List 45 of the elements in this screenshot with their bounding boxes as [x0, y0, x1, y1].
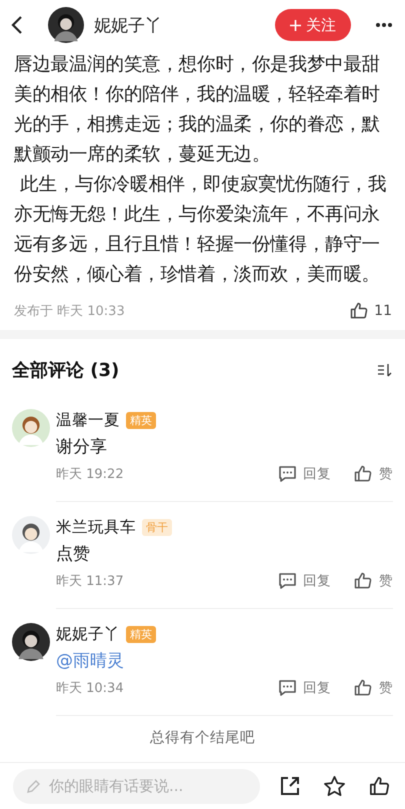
comment-text: 谢分享 [56, 436, 108, 459]
reply-label[interactable]: 回复 [303, 679, 331, 697]
avatar-icon[interactable] [12, 623, 50, 661]
avatar-icon[interactable] [48, 7, 84, 43]
star-icon[interactable] [323, 774, 346, 796]
reply-label[interactable]: 回复 [303, 465, 331, 483]
avatar-icon[interactable] [12, 516, 50, 554]
author-name: 妮妮子丫 [94, 14, 163, 36]
user-name[interactable]: 妮妮子丫 [56, 624, 120, 644]
publish-time: 发布于 昨天 10:33 [14, 303, 126, 320]
pencil-icon [25, 778, 41, 794]
like-icon[interactable] [353, 571, 373, 591]
like-label[interactable]: 赞 [379, 465, 393, 483]
mention-link[interactable]: @雨晴灵 [56, 648, 393, 674]
comment-icon[interactable] [278, 465, 297, 483]
user-name[interactable]: 温馨一夏 [56, 410, 120, 430]
back-icon[interactable] [10, 15, 24, 35]
like-label[interactable]: 赞 [379, 572, 393, 590]
comment-text: 点赞 [56, 543, 91, 566]
rank-badge: 精英 [126, 412, 156, 428]
rank-badge: 骨干 [142, 518, 172, 536]
share-icon[interactable] [279, 774, 301, 796]
like-icon[interactable] [353, 464, 373, 484]
comment-time: 昨天 19:22 [56, 466, 125, 483]
article-paragraph: 唇边最温润的笑意，想你时，你是我梦中最甜美的相依！你的陪伴，我的温暖，轻轻牵着时光的手，相携走远；我的温柔，你的眷恋，默默颤动一席的柔软，蔓延无边。 [14, 53, 381, 167]
like-icon[interactable] [353, 678, 373, 698]
comment-icon[interactable] [278, 679, 297, 697]
reply-label[interactable]: 回复 [303, 572, 331, 590]
plus-icon [290, 20, 301, 30]
end-note: 总得有个结尾吧 [149, 729, 256, 748]
rank-badge: 精英 [126, 626, 156, 642]
more-icon[interactable] [375, 22, 393, 28]
like-icon[interactable] [368, 774, 391, 798]
comment-time: 昨天 10:34 [56, 680, 125, 697]
user-name[interactable]: 米兰玩具车 [56, 516, 136, 538]
article-paragraph: 此生，与你冷暖相伴，即使寂寞忧伤随行，我亦无悔无怨！此生，与你爱染流年，不再问永远有多远，且行且惜！轻握一份懂得，静守一份安然，倾心着，珍惜着，淡而欢，美而暖。 [14, 173, 388, 287]
sort-icon[interactable] [377, 363, 393, 377]
comment-icon[interactable] [278, 572, 297, 590]
follow-button[interactable]: 关注 [275, 9, 351, 41]
like-label[interactable]: 赞 [379, 679, 393, 697]
comment-field[interactable]: 你的眼睛有话要说... [13, 768, 260, 804]
like-count: 11 [374, 303, 392, 319]
like-icon[interactable] [349, 301, 370, 321]
comments-title: 全部评论 (3) [12, 359, 120, 382]
comment-time: 昨天 11:37 [56, 573, 125, 590]
